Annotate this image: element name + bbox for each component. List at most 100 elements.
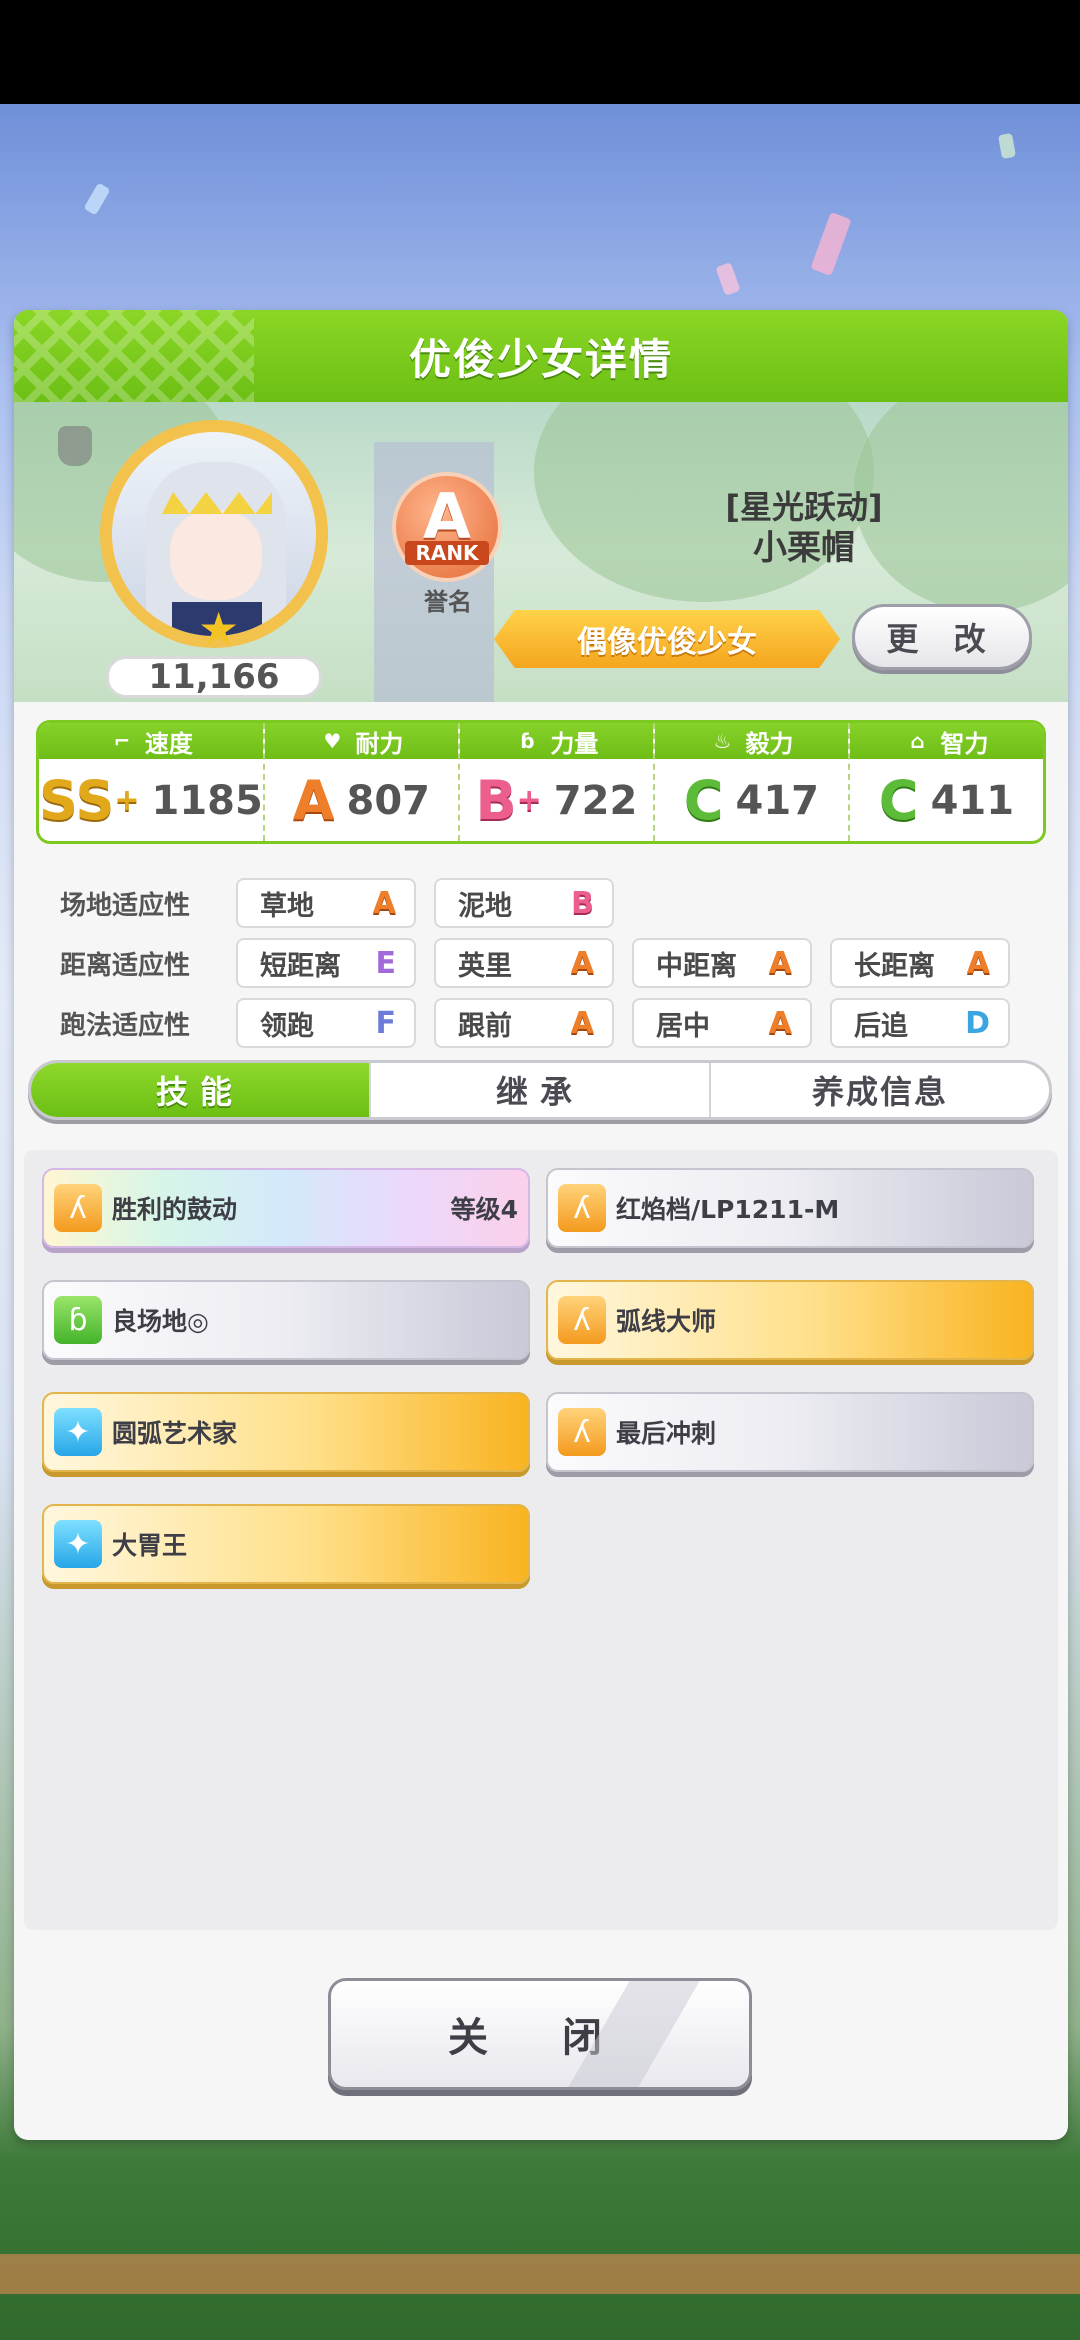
aptitude-grade: B [571,885,594,921]
stat-3: ♨ 毅力 C 417 [654,723,850,841]
skill-card[interactable]: ✦ 圆弧艺术家 [42,1392,530,1472]
graduation-cap-icon: ⌂ [910,729,925,753]
dialog-title: 优俊少女详情 [408,334,673,384]
skill-name: 良场地◎ [112,1307,209,1336]
sparkle-icon: ✦ [54,1520,102,1568]
stat-body: B+ 722 [460,759,653,841]
sparkle-icon: ✦ [54,1408,102,1456]
dialog-title-bar: 优俊少女详情 [14,310,1068,402]
muscle-icon: ɓ [520,729,535,753]
grade-plus: + [516,783,542,818]
stat-header: ɓ 力量 [459,723,653,759]
stat-grade: SS+ [39,769,140,832]
aptitude-name: 泥地 [458,890,512,922]
fan-count: 11,166 [106,656,322,698]
running-figure-icon: ʎ [558,1408,606,1456]
confetti [810,212,852,276]
rank-badge[interactable]: A RANK [392,472,502,582]
tab-1[interactable]: 继承 [371,1063,711,1117]
aptitude-track-0: 草地 A [236,878,416,928]
running-figure-icon: ʎ [54,1184,102,1232]
skill-name: 胜利的鼓动 [112,1195,238,1224]
game-screen: 优俊少女详情 ★ 11,166 A RANK 誉名 [星光跃动] 小栗帽 偶像优… [0,0,1080,2340]
aptitude-grade: A [570,1005,594,1041]
skill-card[interactable]: ʎ 弧线大师 [546,1280,1034,1360]
confetti [83,182,111,216]
rank-grade: A [423,480,471,553]
aptitude-name: 英里 [458,950,512,982]
stat-value: 411 [930,778,1015,824]
running-figure-icon: ʎ [558,1184,606,1232]
aptitude-grade: A [966,945,990,981]
skills-list: ʎ 胜利的鼓动 等级4 ʎ 红焰档/LP1211-M ɓ 良场地◎ ʎ 弧线大师 ✦ 圆弧艺术家 ʎ 最… [24,1150,1058,1930]
stat-body: C 411 [850,759,1043,841]
aptitude-name: 草地 [260,890,314,922]
aptitude-name: 跟前 [458,1010,512,1042]
stat-value: 722 [553,778,638,824]
skill-name: 最后冲刺 [616,1419,717,1448]
stat-body: A 807 [265,759,458,841]
fence [0,2254,1080,2294]
stat-label: 智力 [940,729,989,758]
heart-icon: ♥ [323,729,342,753]
stat-header: ⌂ 智力 [849,723,1043,759]
stat-grade: B+ [475,769,542,832]
skill-name: 大胃王 [112,1531,188,1560]
distance-aptitude-row: 距离适应性 [36,938,256,988]
close-button[interactable]: 关 闭 [328,1978,752,2090]
tab-0[interactable]: 技能 [31,1063,371,1117]
rank-label: 誉名 [424,588,472,616]
confetti [998,132,1016,160]
aptitude-distance-0: 短距离 E [236,938,416,988]
aptitude-label: 距离适应性 [60,950,191,981]
aptitude-distance-2: 中距离 A [632,938,812,988]
stat-body: SS+ 1185 [39,759,263,841]
stat-4: ⌂ 智力 C 411 [849,723,1043,841]
confetti [715,262,741,296]
running-figure-icon: ʎ [558,1296,606,1344]
title-plate: 偶像优俊少女 [494,610,840,668]
stat-2: ɓ 力量 B+ 722 [459,723,655,841]
stat-header: ⌐ 速度 [39,723,263,759]
stat-1: ♥ 耐力 A 807 [264,723,460,841]
aptitude-label: 跑法适应性 [60,1010,191,1041]
aptitude-grade: E [375,945,397,981]
aptitude-style-2: 居中 A [632,998,812,1048]
trophy-icon [58,426,92,466]
stat-label: 速度 [144,729,193,758]
aptitude-grade: D [965,1005,990,1041]
aptitude-name: 中距离 [656,950,737,982]
skill-card[interactable]: ʎ 最后冲刺 [546,1392,1034,1472]
aptitude-name: 长距离 [854,950,935,982]
aptitude-grade: A [768,1005,792,1041]
aptitude-name: 短距离 [260,950,341,982]
stat-label: 耐力 [355,729,404,758]
character-name: 小栗帽 [753,528,855,568]
aptitude-distance-1: 英里 A [434,938,614,988]
style-aptitude-row: 跑法适应性 [36,998,256,1048]
stats-panel: ⌐ 速度 SS+ 1185 ♥ 耐力 A 807 ɓ 力量 B+ 722 ♨ 毅力 C 417 ⌂ 智力 C 411 [36,720,1046,844]
track-aptitude-row: 场地适应性 [36,878,256,928]
aptitude-track-1: 泥地 B [434,878,614,928]
grade-plus: + [114,783,140,818]
aptitude-grade: A [570,945,594,981]
star-icon: ★ [198,602,240,656]
stat-value: 807 [346,778,431,824]
skill-card[interactable]: ✦ 大胃王 [42,1504,530,1584]
stat-header: ♥ 耐力 [264,723,458,759]
aptitude-label: 场地适应性 [60,890,191,921]
stat-body: C 417 [655,759,848,841]
skill-card[interactable]: ʎ 胜利的鼓动 等级4 [42,1168,530,1248]
status-bar [0,0,1080,104]
aptitude-name: 领跑 [260,1010,314,1042]
aptitude-style-0: 领跑 F [236,998,416,1048]
character-banner: ★ 11,166 A RANK 誉名 [星光跃动] 小栗帽 偶像优俊少女 更 改 [14,402,1068,702]
skill-card[interactable]: ɓ 良场地◎ [42,1280,530,1360]
shoe-icon: ⌐ [113,729,131,753]
skill-card[interactable]: ʎ 红焰档/LP1211-M [546,1168,1034,1248]
tab-2[interactable]: 养成信息 [711,1063,1049,1117]
change-button[interactable]: 更 改 [852,604,1032,670]
stat-value: 1185 [151,778,263,824]
stat-0: ⌐ 速度 SS+ 1185 [39,723,265,841]
aptitude-grade: A [372,885,396,921]
